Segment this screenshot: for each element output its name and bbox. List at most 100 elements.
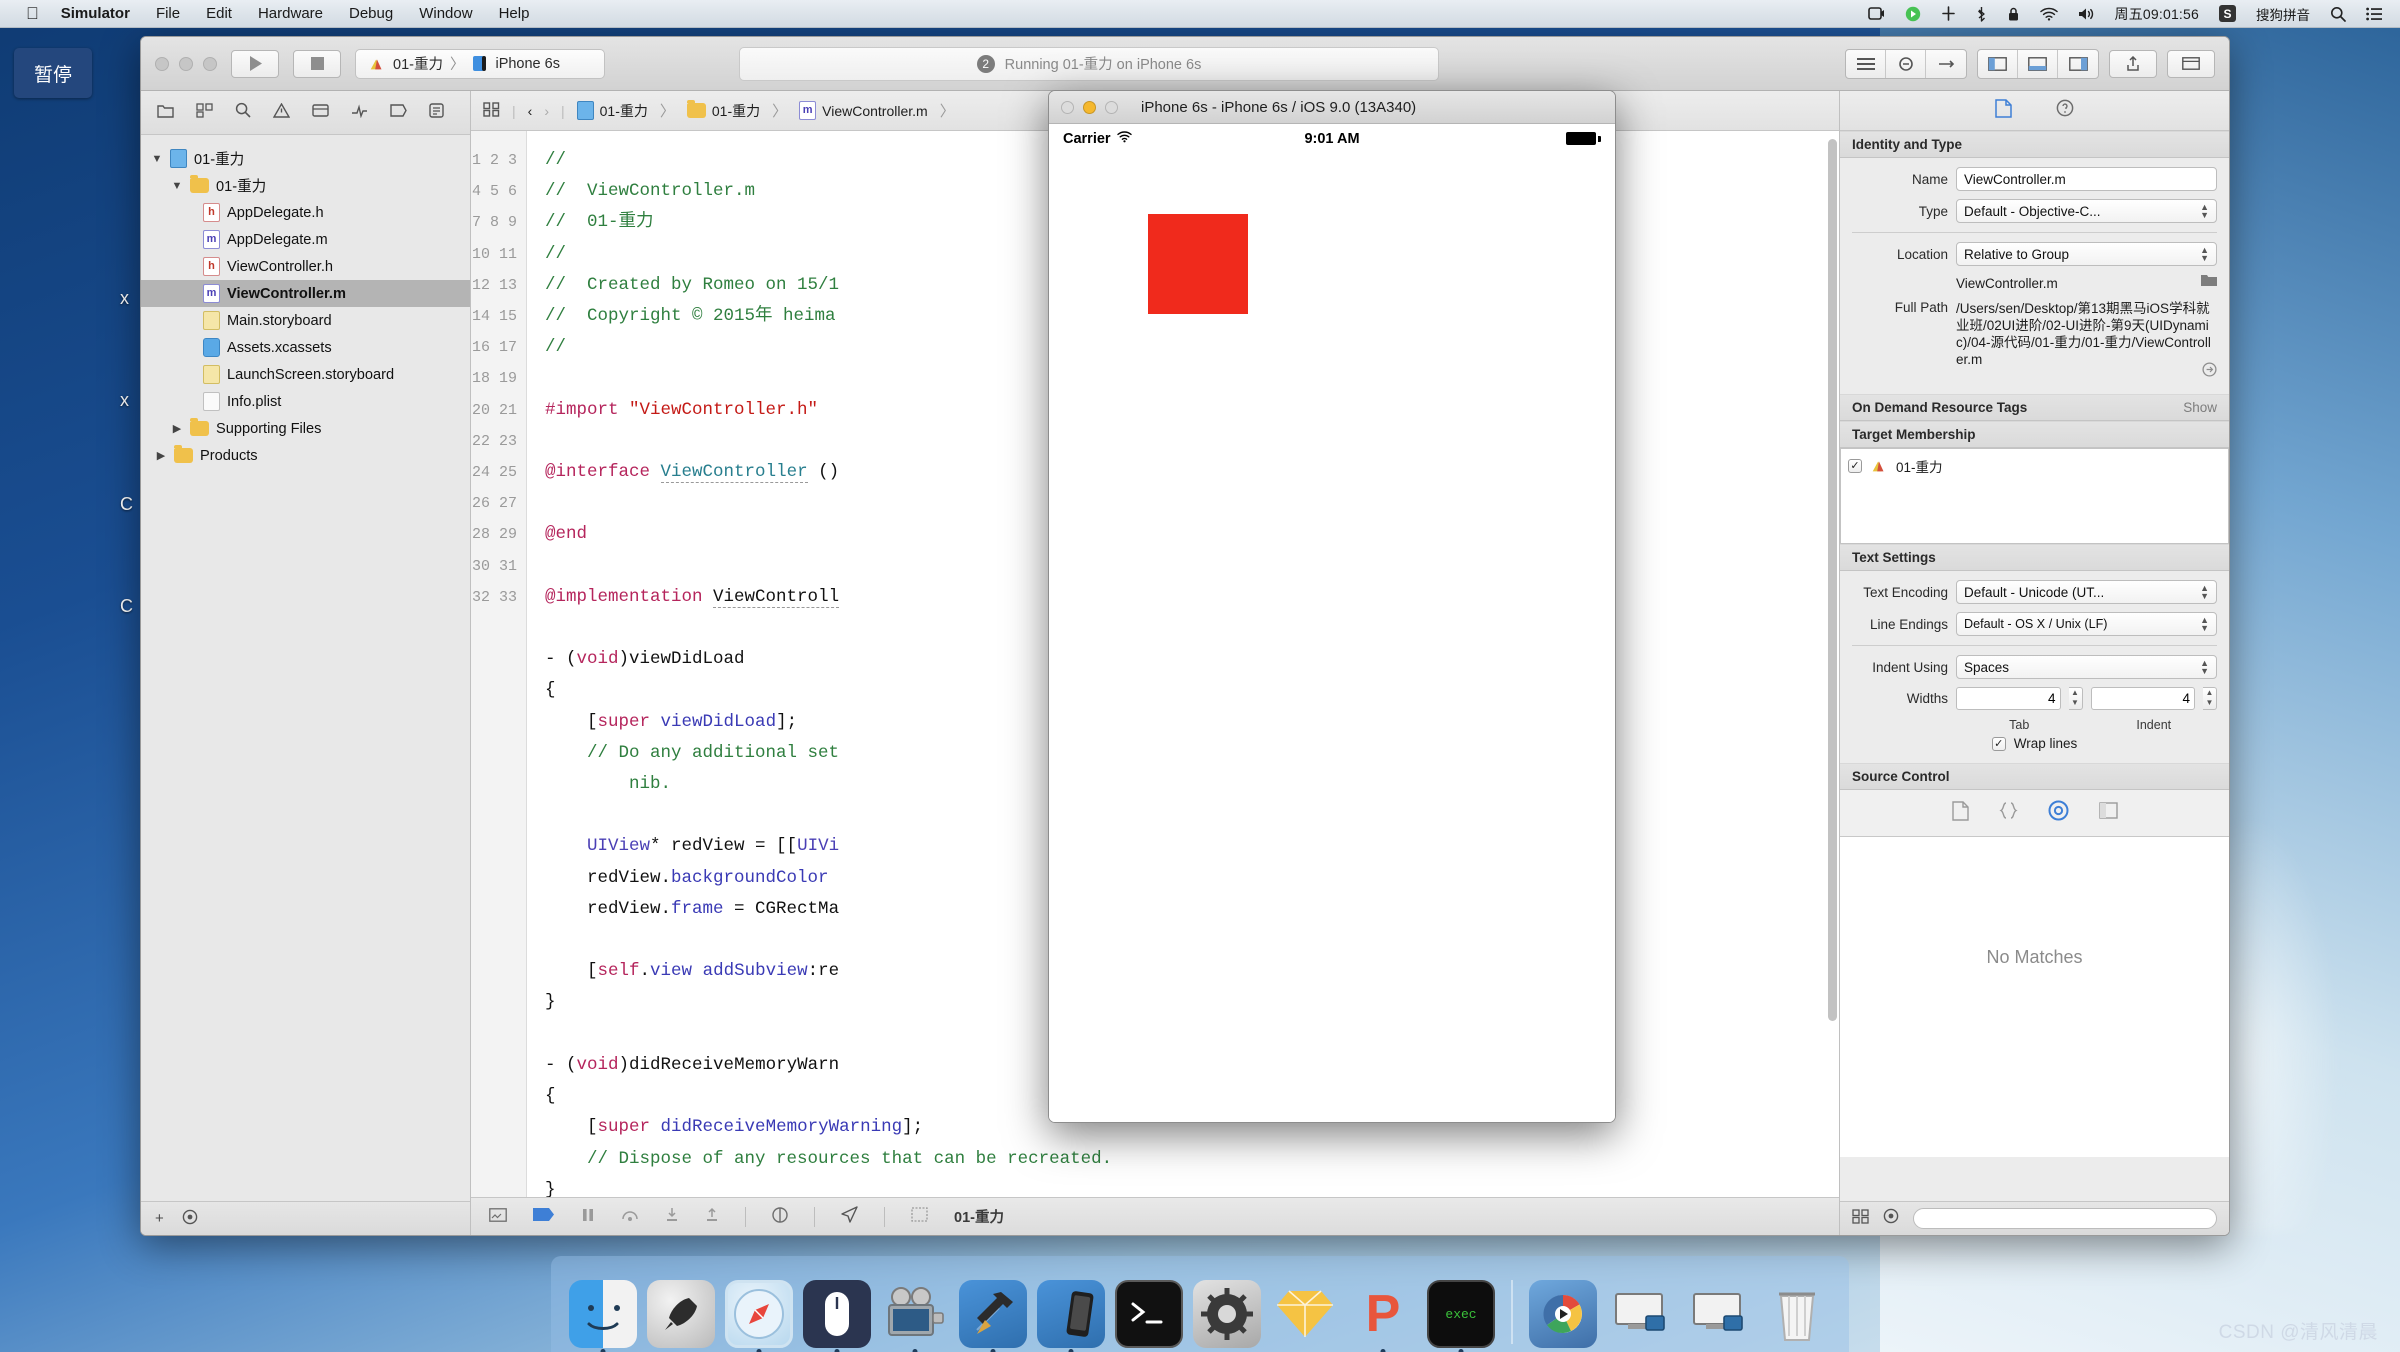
tree-row-0[interactable]: ▼ 01-重力: [141, 145, 470, 172]
test-navigator-tab-icon[interactable]: [312, 103, 329, 123]
tree-row-10[interactable]: ▶ Supporting Files: [141, 415, 470, 442]
encoding-row[interactable]: Text Encoding Default - Unicode (UT... ▲…: [1852, 580, 2217, 604]
run-button[interactable]: [231, 49, 279, 78]
notification-center-icon[interactable]: [2366, 7, 2382, 21]
disclosure-triangle-icon[interactable]: ▶: [171, 422, 183, 435]
file-inspector-icon[interactable]: [1995, 98, 2012, 123]
toggle-inspector-button[interactable]: [2058, 50, 2098, 78]
tree-row-viewcontroller-m[interactable]: m ViewController.m: [141, 280, 470, 307]
debug-bar-scheme-label[interactable]: 01-重力: [954, 1206, 1004, 1227]
menu-bar[interactable]:  Simulator File Edit Hardware Debug Win…: [0, 0, 2400, 28]
dock-item-terminal[interactable]: [1113, 1276, 1185, 1348]
reveal-arrow-icon[interactable]: [2202, 362, 2217, 377]
dock-item-downloads-1[interactable]: [1605, 1276, 1677, 1348]
breakpoint-icon[interactable]: [533, 1208, 555, 1225]
dock-item-sketch[interactable]: [1269, 1276, 1341, 1348]
dock-item-xcode[interactable]: [957, 1276, 1029, 1352]
menu-bar-clock[interactable]: 周五09:01:56: [2115, 4, 2200, 24]
simulator-screen[interactable]: Carrier 9:01 AM: [1049, 124, 1615, 1122]
pause-recording-button[interactable]: 暂停: [14, 48, 92, 98]
indent-using-select[interactable]: Spaces ▲ ▼: [1956, 655, 2217, 679]
organizer-button[interactable]: [2167, 49, 2215, 78]
debug-bar[interactable]: 01-重力: [471, 1197, 1839, 1235]
location-simulate-icon[interactable]: [841, 1206, 858, 1227]
library-filter-icon[interactable]: [1883, 1208, 1899, 1229]
wrap-lines-row[interactable]: ✓ Wrap lines: [1852, 736, 2217, 751]
target-membership-row[interactable]: ✓ 01-重力: [1848, 456, 2221, 476]
editor-vertical-scrollbar[interactable]: [1828, 139, 1837, 1141]
spotlight-search-icon[interactable]: [2330, 6, 2346, 22]
xcode-toolbar[interactable]: 01-重力 〉 iPhone 6s 2 Running 01-重力 on iPh…: [141, 37, 2229, 91]
dock[interactable]: P exec: [551, 1256, 1849, 1352]
minimize-button[interactable]: [179, 56, 193, 71]
tree-row-3[interactable]: m AppDelegate.m: [141, 226, 470, 253]
indent-width-input[interactable]: 4: [2090, 687, 2195, 710]
location-file-row[interactable]: ViewController.m: [1852, 274, 2217, 292]
dock-item-media-player[interactable]: [1527, 1276, 1599, 1348]
location-select[interactable]: Relative to Group ▲ ▼: [1956, 242, 2217, 266]
airplay-icon[interactable]: [1941, 6, 1956, 21]
report-navigator-tab-icon[interactable]: [429, 102, 444, 123]
encoding-select[interactable]: Default - Unicode (UT... ▲ ▼: [1956, 580, 2217, 604]
choose-folder-icon[interactable]: [2201, 274, 2217, 292]
line-endings-row[interactable]: Line Endings Default - OS X / Unix (LF) …: [1852, 612, 2217, 636]
type-select[interactable]: Default - Objective-C... ▲ ▼: [1956, 199, 2217, 223]
standard-editor-button[interactable]: [1846, 49, 1886, 78]
breakpoint-navigator-tab-icon[interactable]: [390, 103, 407, 122]
menu-item-simulator[interactable]: Simulator: [61, 5, 130, 22]
target-membership-checkbox[interactable]: ✓: [1848, 459, 1862, 473]
simulator-window[interactable]: iPhone 6s - iPhone 6s / iOS 9.0 (13A340)…: [1048, 90, 1616, 1123]
editor-mode-segment[interactable]: [1845, 48, 1967, 79]
panel-toggle-segment[interactable]: [1977, 48, 2099, 79]
full-path-row[interactable]: Full Path /Users/sen/Desktop/第13期黑马iOS学科…: [1852, 300, 2217, 368]
simulator-zoom-button[interactable]: [1105, 100, 1118, 114]
inspector-bottom-bar[interactable]: [1840, 1201, 2229, 1235]
issue-count-badge[interactable]: 2: [976, 54, 995, 73]
tree-row-7[interactable]: Assets.xcassets: [141, 334, 470, 361]
close-button[interactable]: [155, 56, 169, 71]
memory-graph-icon[interactable]: [911, 1207, 928, 1226]
issue-navigator-tab-icon[interactable]: [272, 102, 291, 123]
project-navigator-tab-icon[interactable]: [157, 103, 174, 123]
debug-navigator-tab-icon[interactable]: [351, 103, 368, 123]
navigator-filter-toolbar[interactable]: [141, 91, 470, 135]
simulator-close-button[interactable]: [1061, 100, 1074, 114]
identity-section-body[interactable]: Name ViewController.m Type Default - Obj…: [1840, 158, 2229, 394]
quick-help-icon[interactable]: [2056, 99, 2074, 122]
tab-width-input[interactable]: 4: [1956, 687, 2061, 710]
navigator-bottom-bar[interactable]: +: [141, 1201, 470, 1235]
tree-row-4[interactable]: h ViewController.h: [141, 253, 470, 280]
screen-record-icon[interactable]: [1867, 6, 1885, 21]
breadcrumb-project[interactable]: 01-重力: [576, 101, 648, 121]
disclosure-triangle-icon[interactable]: ▶: [155, 449, 167, 462]
menu-item-help[interactable]: Help: [499, 5, 530, 22]
play-green-icon[interactable]: [1905, 6, 1921, 22]
navigate-back-button[interactable]: ‹: [528, 103, 533, 119]
ondemand-show-button[interactable]: Show: [2183, 400, 2217, 415]
dock-item-simulator[interactable]: [1035, 1276, 1107, 1352]
dock-item-safari[interactable]: [723, 1276, 795, 1352]
dock-item-finder[interactable]: [567, 1276, 639, 1352]
step-into-icon[interactable]: [665, 1207, 679, 1226]
dock-item-trash[interactable]: [1761, 1276, 1833, 1348]
type-field-row[interactable]: Type Default - Objective-C... ▲ ▼: [1852, 199, 2217, 223]
line-endings-select[interactable]: Default - OS X / Unix (LF) ▲ ▼: [1956, 612, 2217, 636]
apple-logo-icon[interactable]: : [26, 4, 39, 24]
indent-using-row[interactable]: Indent Using Spaces ▲ ▼: [1852, 655, 2217, 679]
tree-row-11[interactable]: ▶ Products: [141, 442, 470, 469]
wifi-icon[interactable]: [2039, 7, 2058, 21]
ondemand-section-header[interactable]: On Demand Resource Tags Show: [1840, 394, 2229, 421]
assistant-editor-button[interactable]: [1886, 49, 1926, 78]
indent-width-stepper[interactable]: ▲ ▼: [2203, 687, 2217, 710]
widths-row[interactable]: Widths 4 ▲ ▼ 4 ▲ ▼: [1852, 687, 2217, 710]
source-control-icon-row[interactable]: [1840, 790, 2229, 837]
dock-item-launchpad[interactable]: [645, 1276, 717, 1348]
step-over-icon[interactable]: [621, 1208, 639, 1226]
text-settings-body[interactable]: Text Encoding Default - Unicode (UT... ▲…: [1840, 571, 2229, 763]
related-items-icon[interactable]: [483, 101, 500, 120]
dock-item-mouse-app[interactable]: [801, 1276, 873, 1352]
dock-item-p-app[interactable]: P: [1347, 1276, 1419, 1352]
file-icon[interactable]: [1951, 800, 1969, 826]
tree-row-8[interactable]: LaunchScreen.storyboard: [141, 361, 470, 388]
tree-row-1[interactable]: ▼ 01-重力: [141, 172, 470, 199]
